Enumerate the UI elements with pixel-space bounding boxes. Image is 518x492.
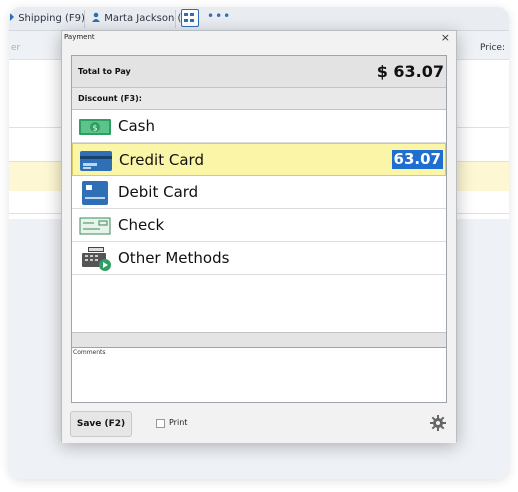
- total-value: $ 63.07: [376, 62, 444, 81]
- search-input[interactable]: er: [11, 43, 20, 53]
- payment-method-label: Debit Card: [118, 183, 199, 201]
- comments-field[interactable]: Comments: [71, 347, 447, 403]
- payment-method-other[interactable]: Other Methods: [72, 242, 446, 275]
- print-label: Print: [169, 418, 188, 427]
- discount-row[interactable]: Discount (F3):: [72, 88, 446, 110]
- payment-method-credit-card[interactable]: Credit Card 63.07: [72, 143, 446, 176]
- debit-card-icon: [82, 181, 108, 205]
- cash-icon: $: [79, 119, 111, 135]
- save-button[interactable]: Save (F2): [70, 411, 132, 437]
- comments-label: Comments: [73, 349, 106, 356]
- payment-panel: Total to Pay $ 63.07 Discount (F3): $ Ca…: [71, 55, 447, 361]
- more-icon[interactable]: •••: [207, 9, 231, 23]
- print-checkbox[interactable]: [156, 419, 165, 428]
- dialog-title: Payment: [64, 33, 95, 41]
- toolbar-divider: [84, 10, 85, 28]
- discount-label: Discount (F3):: [78, 94, 142, 103]
- check-icon: [79, 217, 111, 235]
- price-column-header: Price:: [480, 43, 505, 53]
- credit-card-icon: [80, 151, 112, 171]
- payment-method-cash[interactable]: $ Cash: [72, 110, 446, 143]
- toolbar-divider: [175, 10, 176, 28]
- close-icon[interactable]: ×: [441, 31, 450, 44]
- shipping-icon: [10, 13, 14, 21]
- gear-icon[interactable]: [430, 415, 446, 431]
- total-row: Total to Pay $ 63.07: [72, 56, 446, 88]
- payment-method-debit-card[interactable]: Debit Card: [72, 176, 446, 209]
- user-icon: [92, 12, 100, 22]
- payment-method-label: Other Methods: [118, 249, 230, 267]
- calculator-icon[interactable]: [181, 9, 199, 27]
- dialog-footer: Save (F2) Print: [62, 405, 456, 443]
- shipping-button[interactable]: Shipping (F9): [9, 11, 85, 27]
- payment-method-check[interactable]: Check: [72, 209, 446, 242]
- payment-method-label: Check: [118, 216, 165, 234]
- toolbar: Shipping (F9) Marta Jackson (F6) •••: [9, 7, 509, 31]
- total-label: Total to Pay: [78, 67, 131, 76]
- payment-amount-field[interactable]: 63.07: [391, 150, 443, 169]
- cash-register-icon: [82, 247, 111, 271]
- payment-dialog: Payment × Total to Pay $ 63.07 Discount …: [61, 30, 457, 443]
- svg-text:$: $: [92, 124, 97, 133]
- payment-method-label: Cash: [118, 117, 155, 135]
- payment-method-label: Credit Card: [119, 151, 204, 169]
- shipping-label: Shipping (F9): [18, 13, 85, 24]
